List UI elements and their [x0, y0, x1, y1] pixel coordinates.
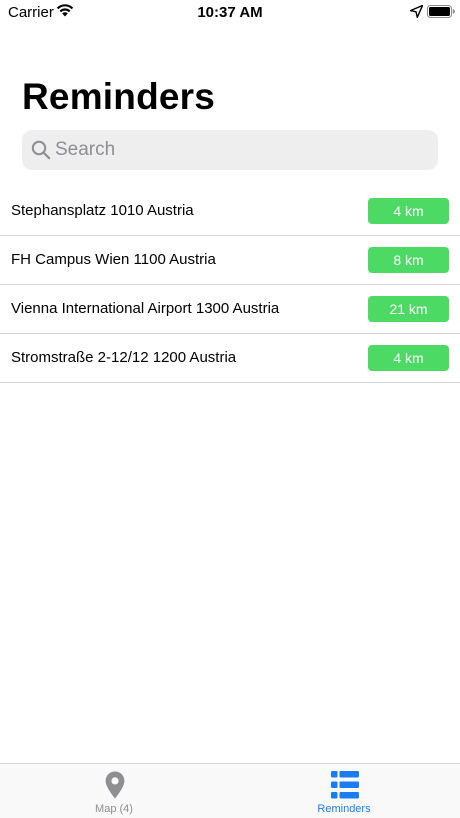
list-item[interactable]: Vienna International Airport 1300 Austri… — [0, 285, 460, 334]
location-arrow-icon — [410, 5, 423, 18]
map-pin-icon — [105, 771, 125, 799]
reminder-address: Stromstraße 2-12/12 1200 Austria — [11, 349, 237, 366]
tab-bar: Map (4) Reminders — [0, 763, 460, 818]
reminder-address: FH Campus Wien 1100 Austria — [11, 251, 216, 268]
distance-badge: 8 km — [368, 247, 449, 273]
list-item[interactable]: FH Campus Wien 1100 Austria 8 km — [0, 236, 460, 285]
list-item[interactable]: Stromstraße 2-12/12 1200 Austria 4 km — [0, 334, 460, 383]
list-item[interactable]: Stephansplatz 1010 Austria 4 km — [0, 187, 460, 236]
search-bar[interactable] — [22, 130, 438, 170]
battery-icon — [427, 5, 455, 18]
distance-badge: 21 km — [368, 296, 449, 322]
reminder-address: Stephansplatz 1010 Austria — [11, 202, 194, 219]
reminder-list: Stephansplatz 1010 Austria 4 km FH Campu… — [0, 187, 460, 383]
reminders-screen: Carrier 10:37 AM Reminders Stephansplatz… — [0, 0, 460, 818]
list-icon — [331, 771, 359, 799]
search-input[interactable] — [55, 130, 425, 170]
status-time: 10:37 AM — [197, 4, 263, 21]
page-title: Reminders — [22, 76, 216, 117]
distance-badge: 4 km — [368, 345, 449, 371]
tab-reminders[interactable]: Reminders — [230, 764, 460, 818]
status-bar: Carrier 10:37 AM — [0, 0, 460, 24]
tab-map[interactable]: Map (4) — [0, 764, 230, 818]
reminder-address: Vienna International Airport 1300 Austri… — [11, 300, 280, 317]
distance-badge: 4 km — [368, 198, 449, 224]
search-icon — [31, 140, 51, 160]
tab-reminders-label: Reminders — [317, 803, 371, 815]
tab-map-label: Map (4) — [95, 803, 133, 815]
